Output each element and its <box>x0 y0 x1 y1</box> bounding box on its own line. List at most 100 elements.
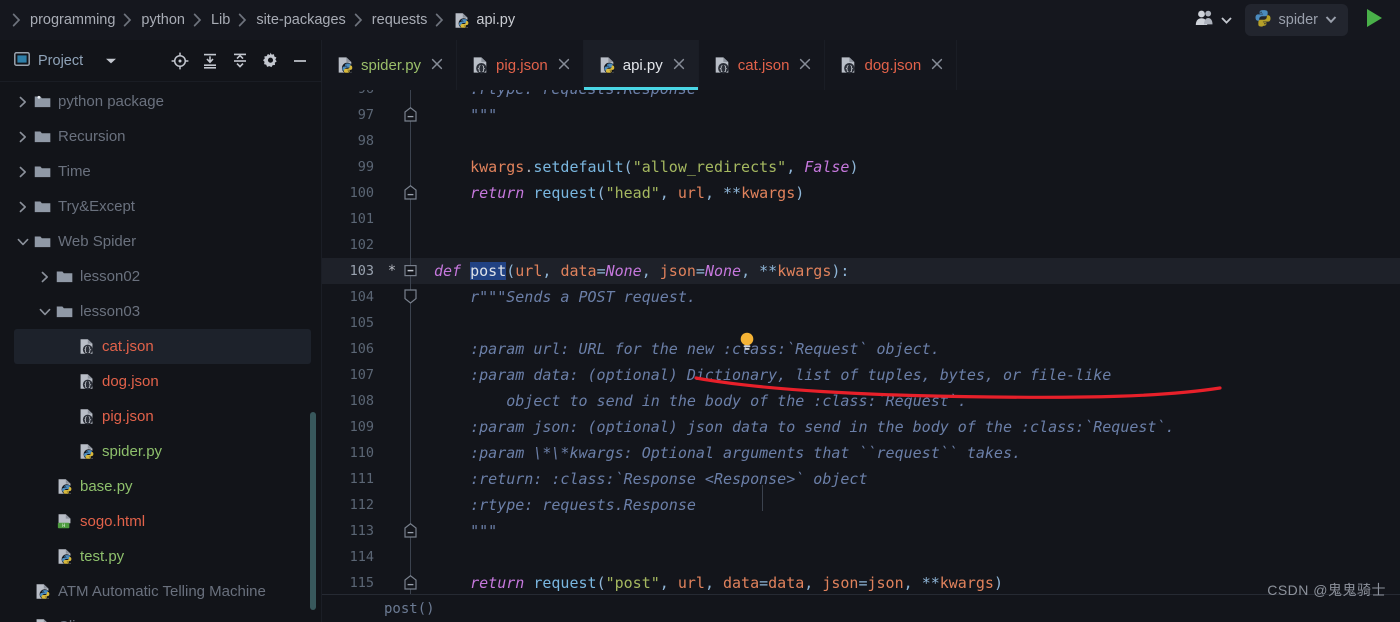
code-line-109[interactable]: 109 :param json: (optional) json data to… <box>322 414 1400 440</box>
code-line-113[interactable]: 113 """ <box>322 518 1400 544</box>
tree-item-lesson03[interactable]: lesson03 <box>0 294 321 329</box>
code-line-100[interactable]: 100 return request("head", url, **kwargs… <box>322 180 1400 206</box>
fold-gutter[interactable] <box>400 90 422 102</box>
breadcrumb-item-requests[interactable]: requests <box>370 10 430 30</box>
fold-gutter[interactable] <box>400 180 422 206</box>
fold-gutter[interactable] <box>400 128 422 154</box>
fold-gutter[interactable] <box>400 440 422 466</box>
fold-gutter[interactable] <box>400 544 422 570</box>
chevron-right-icon[interactable] <box>14 96 32 108</box>
tree-item-pig-json[interactable]: {} pig.json <box>0 399 321 434</box>
code-lines[interactable]: 96 :rtype: requests.Response97 """9899 k… <box>322 90 1400 622</box>
fold-gutter[interactable] <box>400 388 422 414</box>
editor-tab-cat-json[interactable]: {} cat.json <box>699 40 826 90</box>
breadcrumb-item-site-packages[interactable]: site-packages <box>254 10 347 30</box>
fold-gutter[interactable] <box>400 518 422 544</box>
tree-item-cat-json[interactable]: {} cat.json <box>14 329 311 364</box>
fold-gutter[interactable] <box>400 258 422 284</box>
code-line-97[interactable]: 97 """ <box>322 102 1400 128</box>
tree-item-spider-py[interactable]: spider.py <box>0 434 321 469</box>
locate-target-icon[interactable] <box>167 48 193 74</box>
chevron-down-icon[interactable] <box>14 237 32 247</box>
tree-item-atm-automatic-telling-machine[interactable]: ATM Automatic Telling Machine <box>0 574 321 609</box>
breadcrumb-item-programming[interactable]: programming <box>28 10 117 30</box>
chevron-right-icon[interactable] <box>14 201 32 213</box>
code-line-111[interactable]: 111 :return: :class:`Response <Response>… <box>322 466 1400 492</box>
breadcrumb-item-api-py[interactable]: api.py <box>451 10 517 31</box>
fold-gutter[interactable] <box>400 232 422 258</box>
code-line-99[interactable]: 99 kwargs.setdefault("allow_redirects", … <box>322 154 1400 180</box>
project-panel-title-button[interactable]: Project <box>12 49 119 73</box>
fold-gutter[interactable] <box>400 310 422 336</box>
sidebar-scrollbar[interactable] <box>310 412 316 610</box>
code-line-105[interactable]: 105 <box>322 310 1400 336</box>
fold-gutter[interactable] <box>400 492 422 518</box>
close-icon[interactable] <box>558 58 570 73</box>
code-line-104[interactable]: 104 r"""Sends a POST request. <box>322 284 1400 310</box>
editor-tab-api-py[interactable]: api.py <box>583 40 699 90</box>
close-icon[interactable] <box>431 58 443 73</box>
fold-region-end-icon[interactable] <box>404 289 417 304</box>
intention-lightbulb-icon[interactable] <box>738 331 756 358</box>
fold-gutter[interactable] <box>400 284 422 310</box>
code-line-96[interactable]: 96 :rtype: requests.Response <box>322 90 1400 102</box>
tree-item-clip-py[interactable]: Clip.py <box>0 609 321 622</box>
tree-item-recursion[interactable]: Recursion <box>0 119 321 154</box>
fold-end-icon[interactable] <box>404 575 417 590</box>
fold-collapse-icon[interactable] <box>404 263 417 278</box>
code-line-103[interactable]: 103 * def post(url, data=None, json=None, … <box>322 258 1400 284</box>
people-button[interactable] <box>1192 5 1235 36</box>
fold-gutter[interactable] <box>400 154 422 180</box>
fold-gutter[interactable] <box>400 362 422 388</box>
code-line-115[interactable]: 115 return request("post", url, data=dat… <box>322 570 1400 596</box>
editor-tab-spider-py[interactable]: spider.py <box>322 40 458 90</box>
code-line-112[interactable]: 112 :rtype: requests.Response <box>322 492 1400 518</box>
fold-gutter[interactable] <box>400 414 422 440</box>
code-line-106[interactable]: 106 :param url: URL for the new :class:`… <box>322 336 1400 362</box>
close-icon[interactable] <box>799 58 811 73</box>
chevron-down-icon[interactable] <box>36 307 54 317</box>
breadcrumb-item-lib[interactable]: Lib <box>209 10 232 30</box>
run-configuration-selector[interactable]: spider <box>1244 4 1348 36</box>
tree-item-sogo-html[interactable]: H sogo.html <box>0 504 321 539</box>
chevron-right-icon[interactable] <box>14 131 32 143</box>
fold-gutter[interactable] <box>400 102 422 128</box>
fold-end-icon[interactable] <box>404 523 417 538</box>
fold-gutter[interactable] <box>400 466 422 492</box>
code-editor[interactable]: 96 :rtype: requests.Response97 """9899 k… <box>322 90 1400 622</box>
html-file-icon: H <box>54 513 74 530</box>
project-tree[interactable]: python package Recursion Time Try&Except… <box>0 82 321 622</box>
chevron-right-icon[interactable] <box>36 271 54 283</box>
code-line-101[interactable]: 101 <box>322 206 1400 232</box>
tree-item-base-py[interactable]: base.py <box>0 469 321 504</box>
fold-gutter[interactable] <box>400 336 422 362</box>
tree-item-web-spider[interactable]: Web Spider <box>0 224 321 259</box>
code-line-107[interactable]: 107 :param data: (optional) Dictionary, … <box>322 362 1400 388</box>
breadcrumb-item-python[interactable]: python <box>139 10 187 30</box>
code-line-108[interactable]: 108 object to send in the body of the :c… <box>322 388 1400 414</box>
fold-end-icon[interactable] <box>404 107 417 122</box>
fold-end-icon[interactable] <box>404 185 417 200</box>
close-icon[interactable] <box>931 58 943 73</box>
tree-item-try-except[interactable]: Try&Except <box>0 189 321 224</box>
tree-item-python-package[interactable]: python package <box>0 84 321 119</box>
fold-gutter[interactable] <box>400 570 422 596</box>
close-icon[interactable] <box>673 58 685 73</box>
hide-panel-icon[interactable] <box>287 48 313 74</box>
tree-item-test-py[interactable]: test.py <box>0 539 321 574</box>
code-line-110[interactable]: 110 :param \*\*kwargs: Optional argument… <box>322 440 1400 466</box>
tree-item-lesson02[interactable]: lesson02 <box>0 259 321 294</box>
expand-all-icon[interactable] <box>197 48 223 74</box>
collapse-all-icon[interactable] <box>227 48 253 74</box>
settings-gear-icon[interactable] <box>257 48 283 74</box>
chevron-right-icon[interactable] <box>14 166 32 178</box>
fold-gutter[interactable] <box>400 206 422 232</box>
code-line-98[interactable]: 98 <box>322 128 1400 154</box>
code-line-102[interactable]: 102 <box>322 232 1400 258</box>
tree-item-time[interactable]: Time <box>0 154 321 189</box>
editor-tab-pig-json[interactable]: {} pig.json <box>457 40 584 90</box>
code-line-114[interactable]: 114 <box>322 544 1400 570</box>
run-button[interactable] <box>1358 5 1390 36</box>
tree-item-dog-json[interactable]: {} dog.json <box>0 364 321 399</box>
editor-tab-dog-json[interactable]: {} dog.json <box>825 40 958 90</box>
